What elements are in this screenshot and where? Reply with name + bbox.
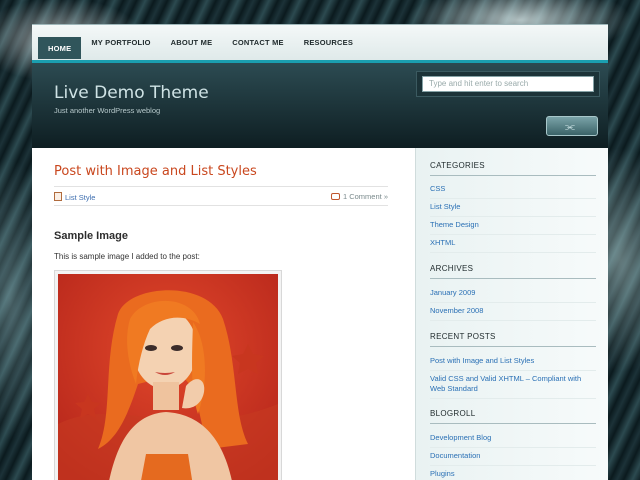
archives-title: ARCHIVES bbox=[430, 264, 596, 279]
site-title[interactable]: Live Demo Theme bbox=[54, 83, 209, 103]
blogroll-link[interactable]: Development Blog bbox=[430, 433, 596, 448]
category-link[interactable]: XHTML bbox=[430, 238, 596, 253]
nav-my-portfolio[interactable]: MY PORTFOLIO bbox=[81, 25, 160, 60]
category-link[interactable]: CSS bbox=[430, 184, 596, 199]
rss-feed-button[interactable]: ⫘ bbox=[546, 116, 598, 136]
post-meta: List Style 1 Comment » bbox=[54, 186, 388, 206]
post-comments-link[interactable]: 1 Comment » bbox=[330, 192, 388, 201]
main-nav: HOME MY PORTFOLIO ABOUT ME CONTACT ME RE… bbox=[32, 24, 608, 60]
blogroll-link[interactable]: Documentation bbox=[430, 451, 596, 466]
comment-icon bbox=[330, 193, 340, 200]
nav-contact-me[interactable]: CONTACT ME bbox=[222, 25, 293, 60]
site-wrapper: HOME MY PORTFOLIO ABOUT ME CONTACT ME RE… bbox=[32, 24, 608, 480]
archive-link[interactable]: November 2008 bbox=[430, 306, 596, 321]
rss-icon: ⫘ bbox=[565, 120, 575, 133]
post-category-label: List Style bbox=[65, 193, 96, 202]
site-header: Live Demo Theme Just another WordPress w… bbox=[32, 60, 608, 148]
post-paragraph: This is sample image I added to the post… bbox=[54, 252, 200, 261]
blogroll-link[interactable]: Plugins bbox=[430, 469, 596, 480]
post-subheading: Sample Image bbox=[54, 230, 128, 242]
categories-title: CATEGORIES bbox=[430, 161, 596, 176]
recent-posts-title: RECENT POSTS bbox=[430, 332, 596, 347]
recent-post-link[interactable]: Post with Image and List Styles bbox=[430, 356, 596, 371]
post-comments-label: 1 Comment » bbox=[342, 192, 388, 201]
post-category-link[interactable]: List Style bbox=[54, 192, 95, 202]
nav-resources[interactable]: RESOURCES bbox=[294, 25, 363, 60]
recent-post-link[interactable]: Valid CSS and Valid XHTML – Compliant wi… bbox=[430, 374, 596, 399]
nav-about-me[interactable]: ABOUT ME bbox=[161, 25, 223, 60]
nav-home[interactable]: HOME bbox=[38, 37, 82, 59]
category-link[interactable]: List Style bbox=[430, 202, 596, 217]
category-link[interactable]: Theme Design bbox=[430, 220, 596, 235]
sidebar: CATEGORIES CSS List Style Theme Design X… bbox=[415, 148, 608, 480]
illustration-woman bbox=[58, 274, 278, 480]
blogroll-title: BLOGROLL bbox=[430, 409, 596, 424]
site-tagline: Just another WordPress weblog bbox=[54, 106, 161, 115]
post-image bbox=[54, 270, 282, 480]
document-icon bbox=[54, 192, 62, 201]
post-title[interactable]: Post with Image and List Styles bbox=[54, 164, 257, 179]
archive-link[interactable]: January 2009 bbox=[430, 288, 596, 303]
search-box: Type and hit enter to search bbox=[416, 71, 600, 97]
main-content: Post with Image and List Styles List Sty… bbox=[32, 148, 415, 480]
search-input[interactable]: Type and hit enter to search bbox=[422, 76, 594, 92]
